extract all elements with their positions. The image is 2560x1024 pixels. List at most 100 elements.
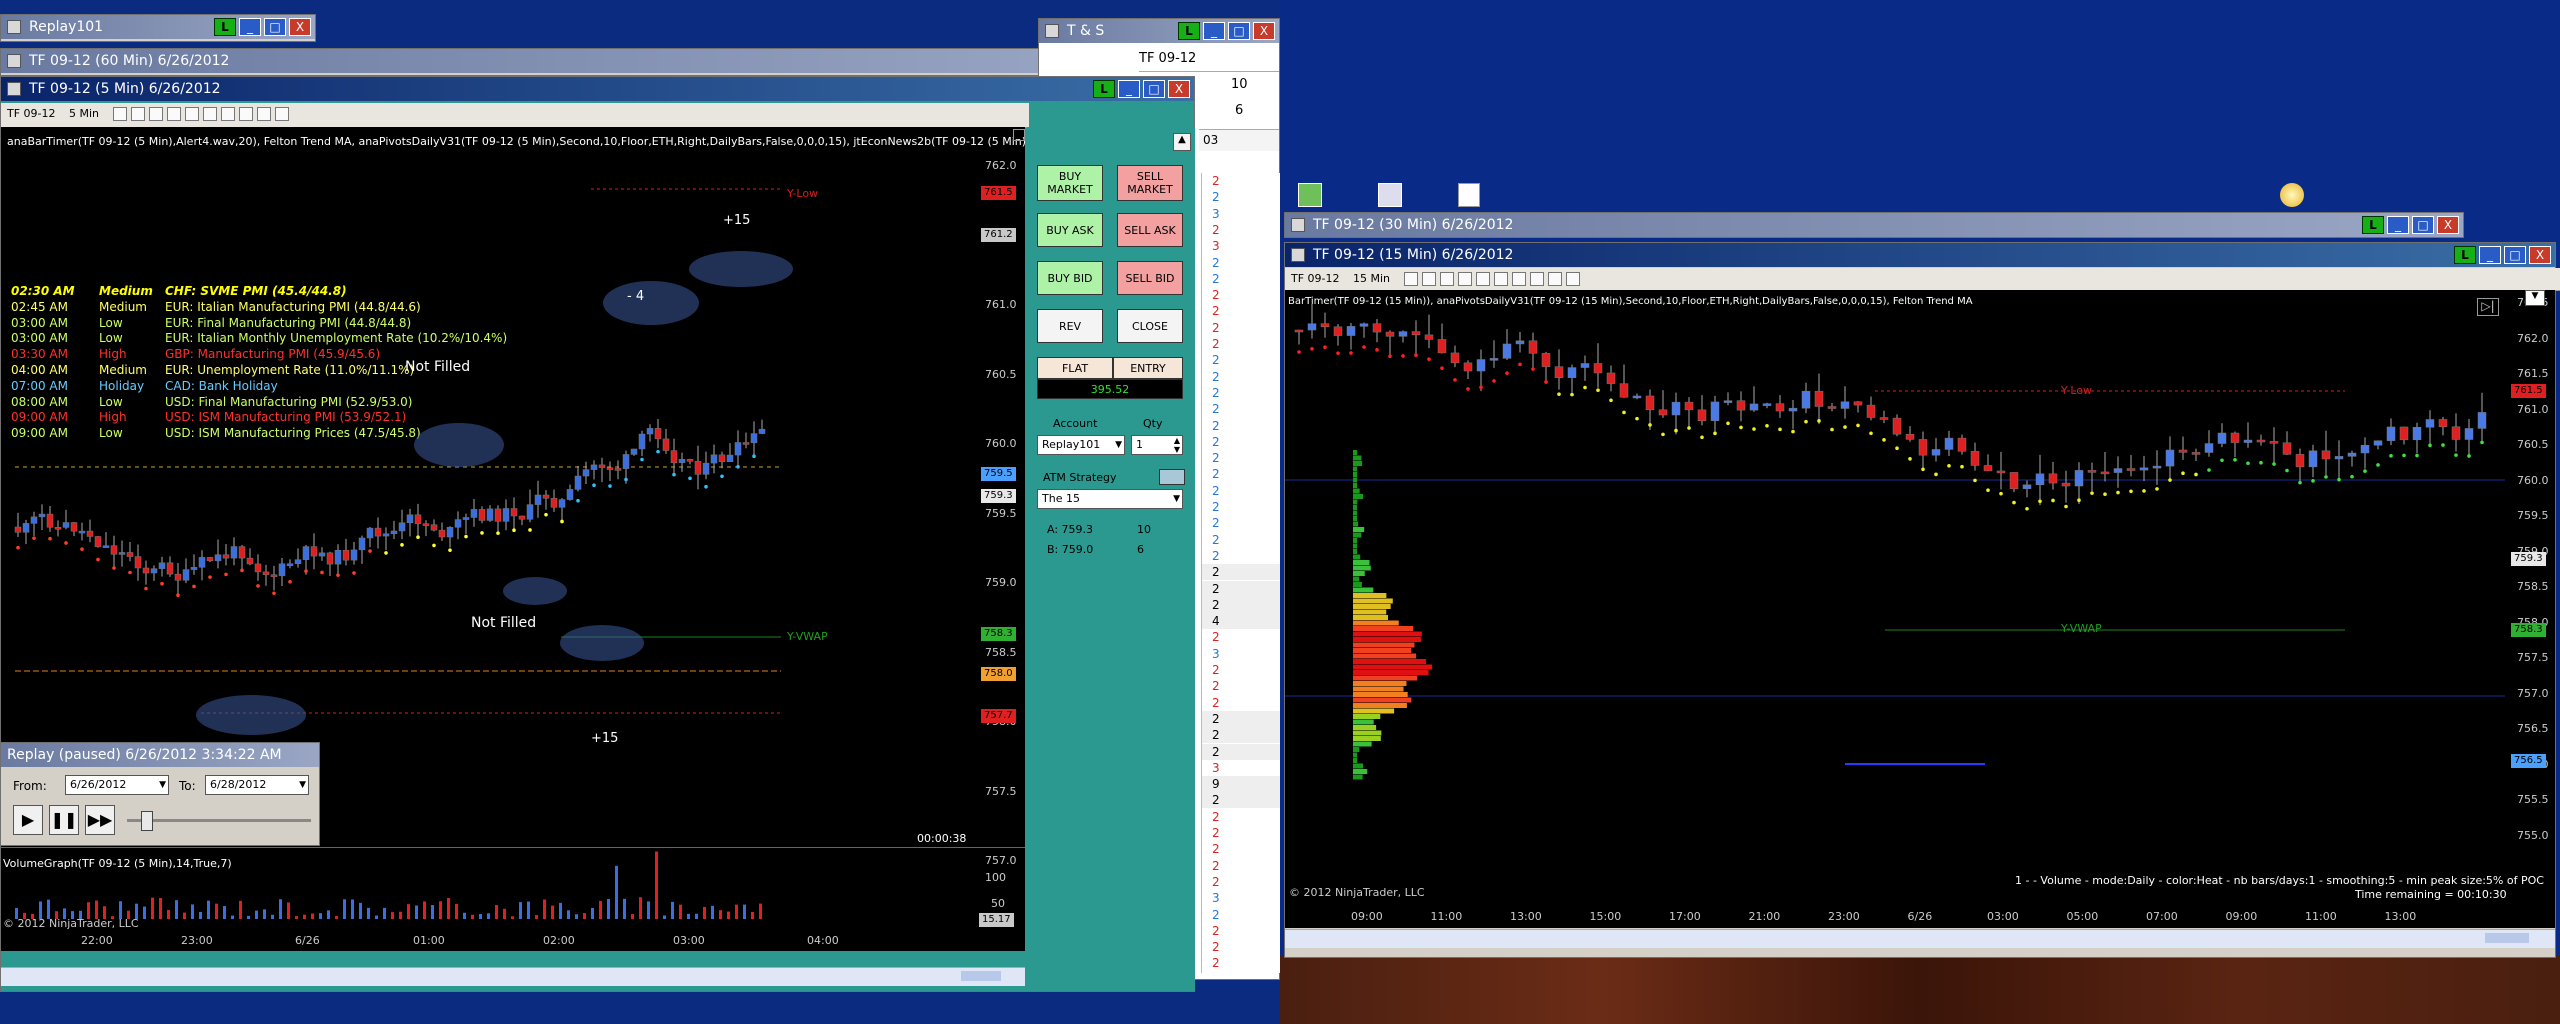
maximize-button[interactable]: □ (2412, 216, 2434, 234)
trend-ma-dot (144, 586, 148, 591)
tf30-titlebar[interactable]: TF 09-12 (30 Min) 6/26/2012 L _ □ X (1285, 213, 2463, 237)
stepper-arrows-icon[interactable]: ▲ ▼ (1174, 436, 1180, 454)
replay-control-window[interactable]: Replay (paused) 6/26/2012 3:34:22 AM Fro… (0, 742, 320, 846)
bars-icon[interactable] (112, 107, 127, 121)
tf60-titlebar[interactable]: TF 09-12 (60 Min) 6/26/2012 L _ □ X (1, 49, 1139, 73)
line-tool-icon[interactable] (1439, 272, 1454, 286)
to-date-picker[interactable]: 6/28/2012 ▼ (205, 775, 309, 795)
strategies-icon[interactable] (238, 107, 253, 121)
maximize-button[interactable]: □ (264, 18, 286, 36)
horizontal-scrollbar[interactable] (1, 967, 1025, 986)
collapse-arrow-icon[interactable]: ▲ (1173, 133, 1191, 151)
replay101-titlebar[interactable]: Replay101 L _ □ X (1, 15, 315, 39)
slider-handle[interactable] (141, 811, 153, 831)
sell-market-button[interactable]: SELL MARKET (1117, 165, 1183, 201)
close-position-button[interactable]: CLOSE (1117, 309, 1183, 343)
sell-bid-button[interactable]: SELL BID (1117, 261, 1183, 295)
tf5-window[interactable]: TF 09-12 (5 Min) 6/26/2012 L _ □ X TF 09… (0, 76, 1195, 992)
tf15-window[interactable]: TF 09-12 (15 Min) 6/26/2012 L _ □ X TF 0… (1284, 242, 2560, 958)
crosshair-icon[interactable] (1457, 272, 1472, 286)
replay101-window[interactable]: Replay101 L _ □ X (0, 14, 316, 42)
zoom-icon[interactable] (1475, 272, 1490, 286)
grid-icon[interactable] (256, 107, 271, 121)
desktop-icon-sun[interactable] (2280, 183, 2304, 207)
play-button[interactable]: ▶ (13, 805, 43, 835)
link-button[interactable]: L (1178, 22, 1200, 40)
desktop-icon-app[interactable] (1378, 183, 1402, 207)
chart-trader-icon[interactable] (274, 107, 289, 121)
pencil-icon[interactable] (1421, 272, 1436, 286)
link-button[interactable]: L (214, 18, 236, 36)
pencil-icon[interactable] (130, 107, 145, 121)
close-button[interactable]: X (1253, 22, 1275, 40)
qty-stepper[interactable]: 1 ▲ ▼ (1131, 435, 1183, 455)
candle (166, 562, 174, 575)
atm-strategy-select[interactable]: The 15 ▼ (1037, 489, 1183, 509)
scrollbar-thumb[interactable] (2485, 933, 2529, 943)
fast-forward-button[interactable]: ▶▶ (85, 805, 115, 835)
properties-icon[interactable] (1493, 272, 1508, 286)
instrument-selector[interactable]: TF 09-12 (1291, 268, 1340, 290)
desktop-icon-recycle[interactable] (1298, 183, 1322, 207)
minimize-button[interactable]: _ (2479, 246, 2501, 264)
maximize-button[interactable]: □ (1228, 22, 1250, 40)
buy-bid-button[interactable]: BUY BID (1037, 261, 1103, 295)
candle (1411, 331, 1421, 336)
scroll-to-end-icon[interactable]: ▷| (2477, 298, 2499, 316)
scrollbar-thumb[interactable] (961, 971, 1001, 981)
maximize-button[interactable]: □ (1143, 80, 1165, 98)
strategies-icon[interactable] (1529, 272, 1544, 286)
tf5-titlebar[interactable]: TF 09-12 (5 Min) 6/26/2012 L _ □ X (1, 77, 1194, 101)
horizontal-scrollbar[interactable] (1285, 929, 2555, 948)
link-button[interactable]: L (1093, 80, 1115, 98)
minimize-button[interactable]: _ (2387, 216, 2409, 234)
reverse-button[interactable]: REV (1037, 309, 1103, 343)
buy-market-button[interactable]: BUY MARKET (1037, 165, 1103, 201)
ts-instrument[interactable]: TF 09-12 (1139, 51, 1279, 71)
candle (342, 549, 350, 561)
volume-profile-bar (1353, 461, 1363, 466)
line-tool-icon[interactable] (148, 107, 163, 121)
close-button[interactable]: X (1168, 80, 1190, 98)
tf15-chart-area[interactable]: BarTimer(TF 09-12 (15 Min)), anaPivotsDa… (1285, 290, 2555, 906)
tf30-window[interactable]: TF 09-12 (30 Min) 6/26/2012 L _ □ X (1284, 212, 2464, 238)
close-button[interactable]: X (289, 18, 311, 36)
volume-bar (727, 911, 730, 919)
chart-trader-icon[interactable] (1565, 272, 1580, 286)
grid-icon[interactable] (1547, 272, 1562, 286)
minimize-button[interactable]: _ (239, 18, 261, 36)
atm-strategy-button[interactable] (1159, 469, 1185, 485)
indicators-icon[interactable] (220, 107, 235, 121)
indicators-icon[interactable] (1511, 272, 1526, 286)
price-tick: 761.5 (2517, 367, 2549, 380)
interval-selector[interactable]: 15 Min (1353, 268, 1390, 290)
interval-selector[interactable]: 5 Min (69, 103, 99, 125)
ts-titlebar[interactable]: T & S L _ □ X (1039, 19, 1279, 43)
close-button[interactable]: X (2529, 246, 2551, 264)
bars-icon[interactable] (1403, 272, 1418, 286)
account-select[interactable]: Replay101 ▼ (1037, 435, 1125, 455)
sell-ask-button[interactable]: SELL ASK (1117, 213, 1183, 247)
link-button[interactable]: L (2362, 216, 2384, 234)
maximize-button[interactable]: □ (2504, 246, 2526, 264)
properties-icon[interactable] (202, 107, 217, 121)
desktop-icon-document[interactable] (1458, 183, 1480, 207)
trend-ma-dot (176, 593, 180, 598)
from-date-picker[interactable]: 6/26/2012 ▼ (65, 775, 169, 795)
pause-button[interactable]: ❚❚ (49, 805, 79, 835)
zoom-icon[interactable] (184, 107, 199, 121)
ts-row: 2 (1212, 532, 1220, 547)
link-button[interactable]: L (2454, 246, 2476, 264)
chevron-down-icon[interactable]: ▼ (2525, 290, 2545, 306)
minimize-button[interactable]: _ (1203, 22, 1225, 40)
crosshair-icon[interactable] (166, 107, 181, 121)
minimize-button[interactable]: _ (1118, 80, 1140, 98)
candle (1385, 331, 1395, 337)
tf60-window[interactable]: TF 09-12 (60 Min) 6/26/2012 L _ □ X (0, 48, 1140, 76)
replay-titlebar[interactable]: Replay (paused) 6/26/2012 3:34:22 AM (1, 743, 319, 767)
close-button[interactable]: X (2437, 216, 2459, 234)
tf15-titlebar[interactable]: TF 09-12 (15 Min) 6/26/2012 L _ □ X (1285, 243, 2555, 267)
buy-ask-button[interactable]: BUY ASK (1037, 213, 1103, 247)
instrument-selector[interactable]: TF 09-12 (7, 103, 56, 125)
replay-speed-slider[interactable] (127, 819, 311, 822)
